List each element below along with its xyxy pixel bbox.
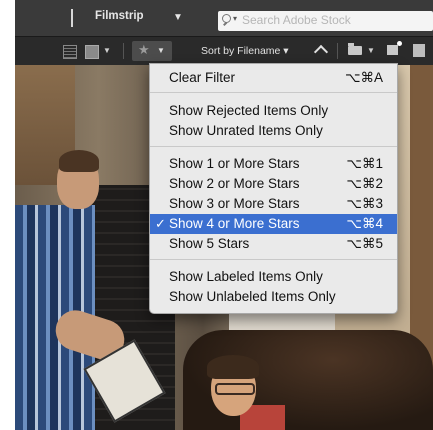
menu-item-label: Show 4 or More Stars (169, 216, 300, 231)
bridge-window: Filmstrip ▼ ▾ ▼ ★ ▼ Sort by Filename ▾ ▼ (15, 0, 433, 430)
menu-separator (150, 259, 397, 260)
search-options-icon[interactable]: ▾ (233, 14, 237, 23)
menu-item-show-unlabeled[interactable]: Show Unlabeled Items Only (150, 287, 397, 307)
toolbar-separator (71, 9, 73, 27)
menu-item-label: Show 2 or More Stars (169, 176, 300, 191)
menu-item-label: Show Rejected Items Only (169, 103, 329, 118)
search-icon[interactable] (222, 14, 232, 24)
menu-item-label: Show 5 Stars (169, 236, 250, 251)
grid-view-icon[interactable] (63, 45, 77, 59)
photo-boy-glasses (215, 383, 255, 395)
toolbar-divider (337, 43, 338, 59)
star-icon: ★ (138, 42, 150, 57)
menu-item-show-1-stars[interactable]: Show 1 or More Stars ⌥⌘1 (150, 154, 397, 174)
sort-by-filename-dropdown[interactable]: Sort by Filename ▾ (201, 45, 289, 57)
menu-item-label: Show Unrated Items Only (169, 123, 323, 138)
panel-icon[interactable] (413, 44, 425, 57)
sort-ascending-icon[interactable] (313, 44, 329, 60)
folder-icon[interactable] (348, 43, 362, 55)
filter-menu: Clear Filter ⌥⌘A Show Rejected Items Onl… (149, 63, 398, 314)
view-options-dropdown-icon[interactable]: ▼ (103, 46, 111, 55)
menu-item-label: Show 3 or More Stars (169, 196, 300, 211)
workspace-dropdown-icon[interactable]: ▼ (173, 12, 183, 23)
menu-item-label: Show Labeled Items Only (169, 269, 323, 284)
menu-item-show-2-stars[interactable]: Show 2 or More Stars ⌥⌘2 (150, 174, 397, 194)
menu-item-shortcut: ⌥⌘1 (346, 156, 383, 171)
filter-toolbar: ▼ ★ ▼ Sort by Filename ▾ ▼ (15, 36, 433, 66)
menu-item-shortcut: ⌥⌘5 (346, 236, 383, 251)
folder-dropdown-icon[interactable]: ▼ (367, 46, 375, 55)
workspace-filmstrip-tab[interactable]: Filmstrip (95, 10, 144, 22)
search-box[interactable]: ▾ (218, 11, 433, 31)
filter-stars-button[interactable]: ★ ▼ (132, 41, 172, 61)
checkmark-icon: ✓ (155, 216, 166, 231)
thumbnail-quality-icon[interactable] (85, 45, 99, 59)
chevron-down-icon: ▼ (157, 46, 165, 55)
menu-item-show-5-stars[interactable]: Show 5 Stars ⌥⌘5 (150, 234, 397, 254)
toolbar-divider (123, 43, 124, 59)
menu-separator (150, 146, 397, 147)
menu-item-show-4-stars[interactable]: ✓ Show 4 or More Stars ⌥⌘4 (150, 214, 397, 234)
menu-item-clear-filter[interactable]: Clear Filter ⌥⌘A (150, 68, 397, 88)
menu-item-shortcut: ⌥⌘3 (346, 196, 383, 211)
menu-item-show-rejected[interactable]: Show Rejected Items Only (150, 101, 397, 121)
menu-item-label: Show 1 or More Stars (169, 156, 300, 171)
new-folder-icon[interactable] (387, 41, 402, 55)
menu-item-show-labeled[interactable]: Show Labeled Items Only (150, 267, 397, 287)
menu-item-shortcut: ⌥⌘A (344, 70, 383, 85)
top-toolbar: Filmstrip ▼ ▾ (15, 0, 433, 36)
menu-item-show-3-stars[interactable]: Show 3 or More Stars ⌥⌘3 (150, 194, 397, 214)
menu-item-show-unrated[interactable]: Show Unrated Items Only (150, 121, 397, 141)
menu-item-label: Clear Filter (169, 70, 236, 85)
photo-man-hair (59, 150, 99, 172)
menu-item-label: Show Unlabeled Items Only (169, 289, 336, 304)
menu-item-shortcut: ⌥⌘2 (346, 176, 383, 191)
menu-item-shortcut: ⌥⌘4 (346, 216, 383, 231)
search-input[interactable] (242, 12, 427, 28)
photo-boy-hair (207, 355, 259, 379)
menu-separator (150, 92, 397, 93)
